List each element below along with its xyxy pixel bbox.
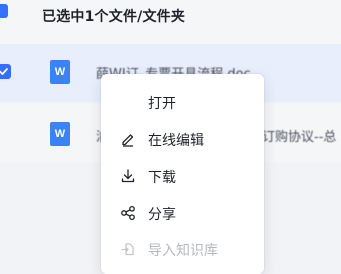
pencil-icon [120, 131, 136, 147]
selection-count-title: 已选中1个文件/文件夹 [42, 9, 186, 25]
context-menu: 打开 在线编辑 下载 分享 导入知识库 [101, 74, 264, 274]
row-checkbox[interactable] [0, 64, 11, 79]
menu-item-label: 导入知识库 [148, 243, 218, 259]
selection-header: 已选中1个文件/文件夹 [0, 0, 341, 44]
menu-item-label: 下载 [148, 170, 176, 186]
menu-item-online-edit[interactable]: 在线编辑 [101, 121, 264, 157]
menu-item-label: 在线编辑 [148, 133, 204, 149]
share-icon [120, 205, 136, 221]
menu-item-label: 分享 [148, 207, 176, 223]
check-icon [0, 68, 8, 75]
download-icon [120, 168, 136, 184]
menu-item-open[interactable]: 打开 [101, 84, 264, 120]
select-all-checkbox[interactable] [0, 4, 8, 18]
word-doc-icon: W [50, 122, 70, 146]
menu-item-import-knowledge-base[interactable]: 导入知识库 [101, 231, 264, 267]
word-doc-icon: W [50, 60, 70, 84]
file-name-tail[interactable]: 订购协议--总 [262, 126, 336, 145]
import-icon [120, 241, 136, 257]
menu-item-share[interactable]: 分享 [101, 195, 264, 231]
menu-item-download[interactable]: 下载 [101, 158, 264, 194]
menu-item-label: 打开 [148, 96, 176, 112]
